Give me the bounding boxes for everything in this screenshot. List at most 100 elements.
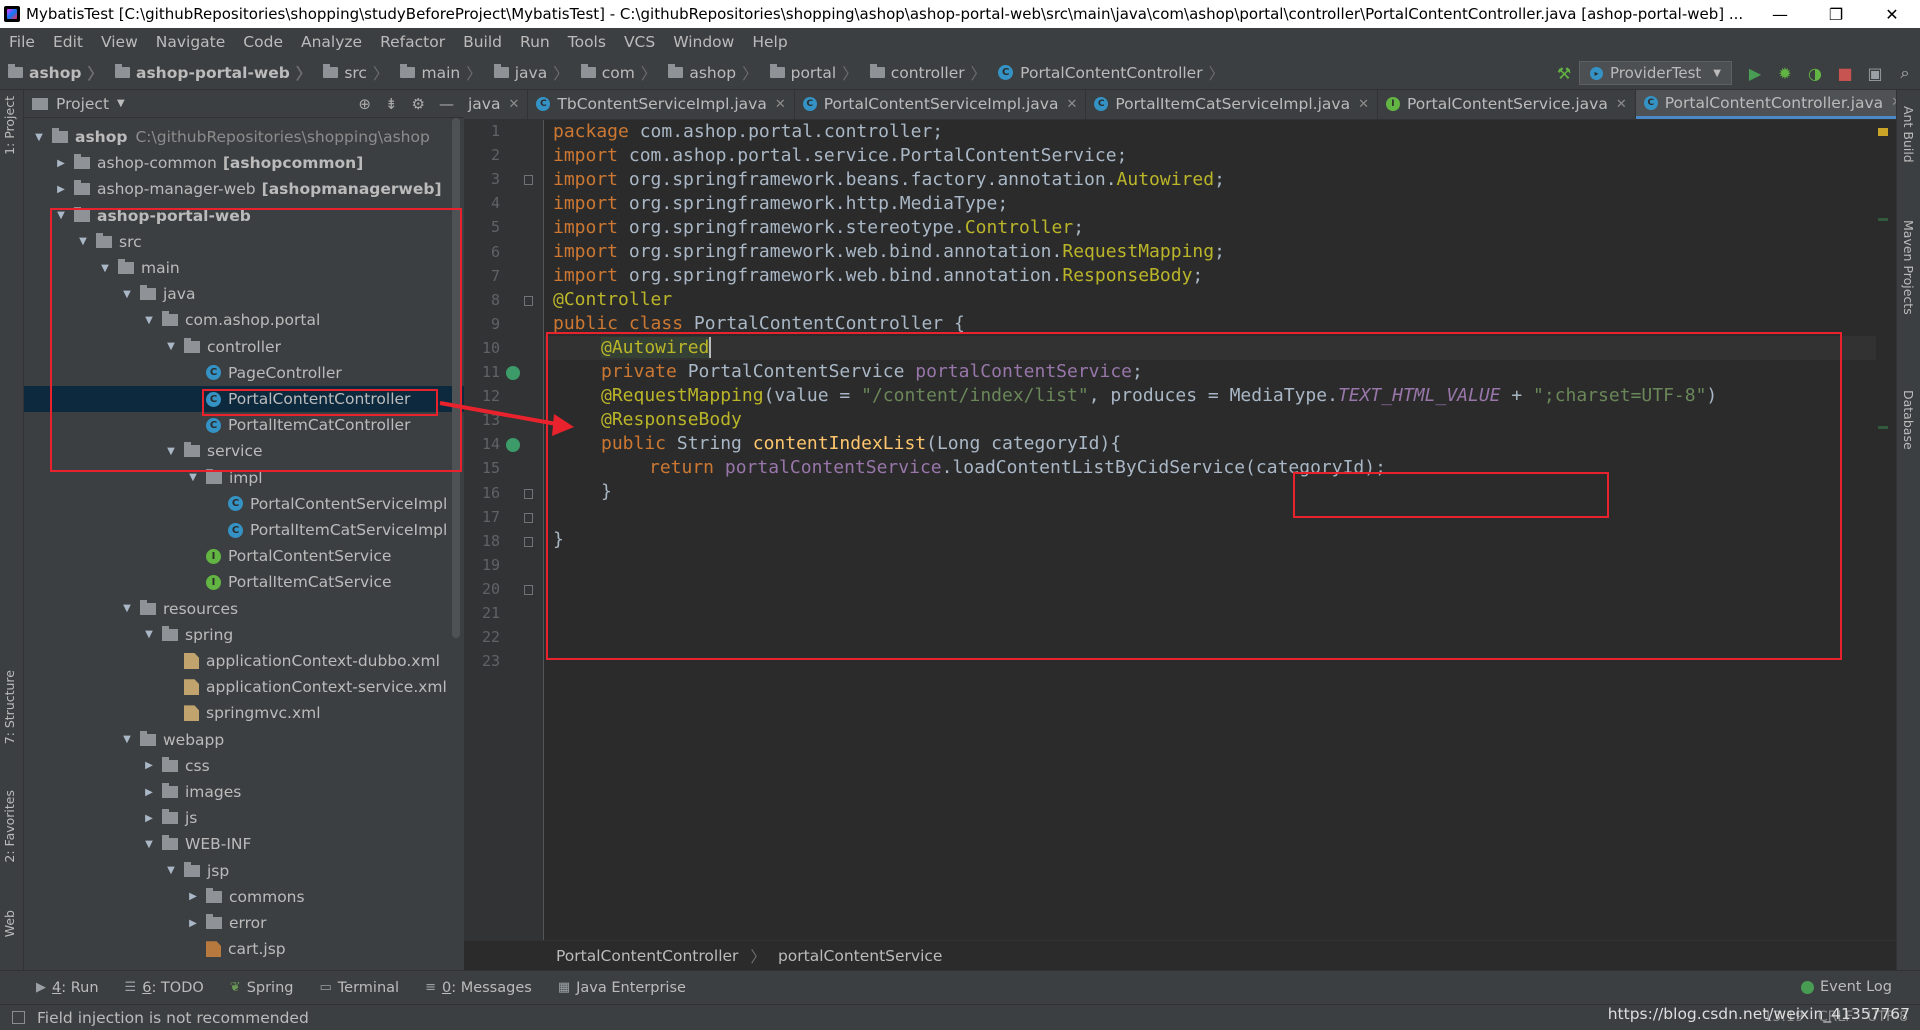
tree-item-cart-jsp[interactable]: cart.jsp <box>24 936 464 962</box>
close-icon[interactable]: ✕ <box>1616 97 1627 112</box>
menu-view[interactable]: View <box>92 33 147 51</box>
tree-item-ashop-manager-web[interactable]: ▶ ashop-manager-web [ashopmanagerweb] <box>24 176 464 202</box>
tab-java-partial[interactable]: java ✕ <box>464 90 529 119</box>
project-panel-title[interactable]: Project <box>56 95 109 113</box>
editor-breadcrumb-field[interactable]: portalContentService <box>778 947 943 965</box>
tool-messages[interactable]: ≡ 0: Messages <box>425 980 532 996</box>
tool-windows-toggle-icon[interactable] <box>12 1011 25 1024</box>
spring-bean-gutter-icon[interactable] <box>506 366 520 380</box>
tool-tab-maven-projects[interactable]: Maven Projects <box>1901 220 1916 315</box>
tool-todo[interactable]: ☰ 6: TODO <box>125 980 204 996</box>
fold-marker-icon[interactable] <box>524 584 533 595</box>
collapse-arrow-icon[interactable]: ▶ <box>142 813 156 824</box>
menu-tools[interactable]: Tools <box>559 33 615 51</box>
tree-item-applicationcontext-service-xml[interactable]: applicationContext-service.xml <box>24 674 464 700</box>
collapse-arrow-icon[interactable]: ▶ <box>186 891 200 902</box>
tool-run[interactable]: ▶ 4: Run <box>36 980 99 996</box>
fold-marker-icon[interactable] <box>524 536 533 547</box>
menu-vcs[interactable]: VCS <box>615 33 664 51</box>
expand-arrow-icon[interactable]: ▼ <box>120 289 134 300</box>
tree-item-pagecontroller[interactable]: C PageController <box>24 360 464 386</box>
code-editor[interactable]: package com.ashop.portal.controller; imp… <box>545 120 1885 940</box>
tree-item-ashop-portal-web[interactable]: ▼ ashop-portal-web <box>24 203 464 229</box>
tree-item-impl[interactable]: ▼ impl <box>24 465 464 491</box>
debug-icon[interactable]: ✹ <box>1770 64 1800 83</box>
event-log-button[interactable]: Event Log <box>1800 979 1892 995</box>
expand-arrow-icon[interactable]: ▼ <box>142 839 156 850</box>
tree-item-main[interactable]: ▼ main <box>24 255 464 281</box>
tool-tab-project[interactable]: 1: Project <box>2 96 17 155</box>
editor-scrollbar[interactable] <box>1876 122 1890 938</box>
tree-item-src[interactable]: ▼ src <box>24 229 464 255</box>
tool-spring[interactable]: ❦ Spring <box>230 980 294 996</box>
expand-arrow-icon[interactable]: ▼ <box>164 341 178 352</box>
expand-arrow-icon[interactable]: ▼ <box>120 734 134 745</box>
close-icon[interactable]: ✕ <box>775 97 786 112</box>
search-icon[interactable]: ⌕ <box>1890 63 1920 83</box>
tree-item-applicationcontext-dubbo-xml[interactable]: applicationContext-dubbo.xml <box>24 648 464 674</box>
stop-icon[interactable]: ■ <box>1830 64 1860 83</box>
breadcrumb-src[interactable]: src 〉 <box>315 62 392 84</box>
menu-build[interactable]: Build <box>454 33 511 51</box>
close-icon[interactable]: ✕ <box>508 97 519 112</box>
collapse-arrow-icon[interactable]: ▶ <box>142 760 156 771</box>
run-icon[interactable]: ▶ <box>1740 64 1770 83</box>
tree-item-service[interactable]: ▼ service <box>24 438 464 464</box>
expand-arrow-icon[interactable]: ▼ <box>164 865 178 876</box>
collapse-arrow-icon[interactable]: ▶ <box>54 158 68 169</box>
breadcrumb-ashop-portal-web[interactable]: ashop-portal-web 〉 <box>107 62 315 84</box>
tree-item-resources[interactable]: ▼ resources <box>24 596 464 622</box>
collapse-arrow-icon[interactable]: ▶ <box>186 918 200 929</box>
close-icon[interactable]: ✕ <box>1358 97 1369 112</box>
tool-tab-database[interactable]: Database <box>1901 390 1916 450</box>
tab-tbcontentserviceimpl[interactable]: C TbContentServiceImpl.java ✕ <box>528 90 795 119</box>
project-scrollbar[interactable] <box>452 118 460 638</box>
tab-portalcontentcontroller[interactable]: C PortalContentController.java ✕ <box>1635 90 1896 119</box>
expand-arrow-icon[interactable]: ▼ <box>142 629 156 640</box>
breadcrumb-portalcontentcontroller[interactable]: C PortalContentController 〉 <box>990 62 1228 84</box>
tool-java-enterprise[interactable]: ▦ Java Enterprise <box>558 980 686 996</box>
tree-item-spring[interactable]: ▼ spring <box>24 622 464 648</box>
tree-item-jsp[interactable]: ▼ jsp <box>24 858 464 884</box>
menu-refactor[interactable]: Refactor <box>371 33 454 51</box>
breadcrumb-java[interactable]: java 〉 <box>486 62 573 84</box>
tool-terminal[interactable]: ▭ Terminal <box>319 980 399 996</box>
build-hammer-icon[interactable]: ⚒ <box>1549 64 1579 83</box>
collapse-arrow-icon[interactable]: ▶ <box>54 184 68 195</box>
fold-marker-icon[interactable] <box>524 488 533 499</box>
tree-item-portalitemcatcontroller[interactable]: C PortalItemCatController <box>24 412 464 438</box>
fold-marker-icon[interactable] <box>524 175 533 186</box>
collapse-all-icon[interactable]: ⇟ <box>385 95 398 113</box>
fold-marker-icon[interactable] <box>524 512 533 523</box>
fold-marker-icon[interactable] <box>524 295 533 306</box>
expand-arrow-icon[interactable]: ▼ <box>32 132 46 143</box>
project-structure-icon[interactable]: ▣ <box>1860 64 1890 83</box>
run-config-dropdown[interactable]: ▸ ProviderTest ▼ <box>1579 61 1732 85</box>
tool-tab-ant-build[interactable]: Ant Build <box>1901 106 1916 163</box>
tree-item-ashop[interactable]: ▼ ashop C:\githubRepositories\shopping\ash… <box>24 124 464 150</box>
breadcrumb-com[interactable]: com 〉 <box>573 62 661 84</box>
tree-item-js[interactable]: ▶ js <box>24 805 464 831</box>
maximize-button[interactable]: ❐ <box>1808 5 1864 24</box>
expand-arrow-icon[interactable]: ▼ <box>54 210 68 221</box>
tree-item-web-inf[interactable]: ▼ WEB-INF <box>24 831 464 857</box>
menu-edit[interactable]: Edit <box>44 33 92 51</box>
expand-arrow-icon[interactable]: ▼ <box>76 236 90 247</box>
warning-marker[interactable] <box>1878 128 1888 136</box>
expand-arrow-icon[interactable]: ▼ <box>186 472 200 483</box>
close-button[interactable]: ✕ <box>1864 5 1920 24</box>
tree-item-portalcontentcontroller[interactable]: C PortalContentController <box>24 386 464 412</box>
menu-navigate[interactable]: Navigate <box>147 33 235 51</box>
minimize-button[interactable]: — <box>1752 5 1808 24</box>
close-icon[interactable]: ✕ <box>1066 97 1077 112</box>
breadcrumb-main[interactable]: main 〉 <box>392 62 485 84</box>
expand-arrow-icon[interactable]: ▼ <box>142 315 156 326</box>
tool-tab-favorites[interactable]: 2: Favorites <box>2 790 17 863</box>
tree-item-com-ashop-portal[interactable]: ▼ com.ashop.portal <box>24 307 464 333</box>
tab-portalcontentservice[interactable]: I PortalContentService.java ✕ <box>1378 90 1636 119</box>
tree-item-ashop-common[interactable]: ▶ ashop-common [ashopcommon] <box>24 150 464 176</box>
tree-item-webapp[interactable]: ▼ webapp <box>24 727 464 753</box>
menu-analyze[interactable]: Analyze <box>292 33 371 51</box>
tree-item-springmvc-xml[interactable]: springmvc.xml <box>24 700 464 726</box>
tool-tab-web[interactable]: Web <box>2 910 17 937</box>
